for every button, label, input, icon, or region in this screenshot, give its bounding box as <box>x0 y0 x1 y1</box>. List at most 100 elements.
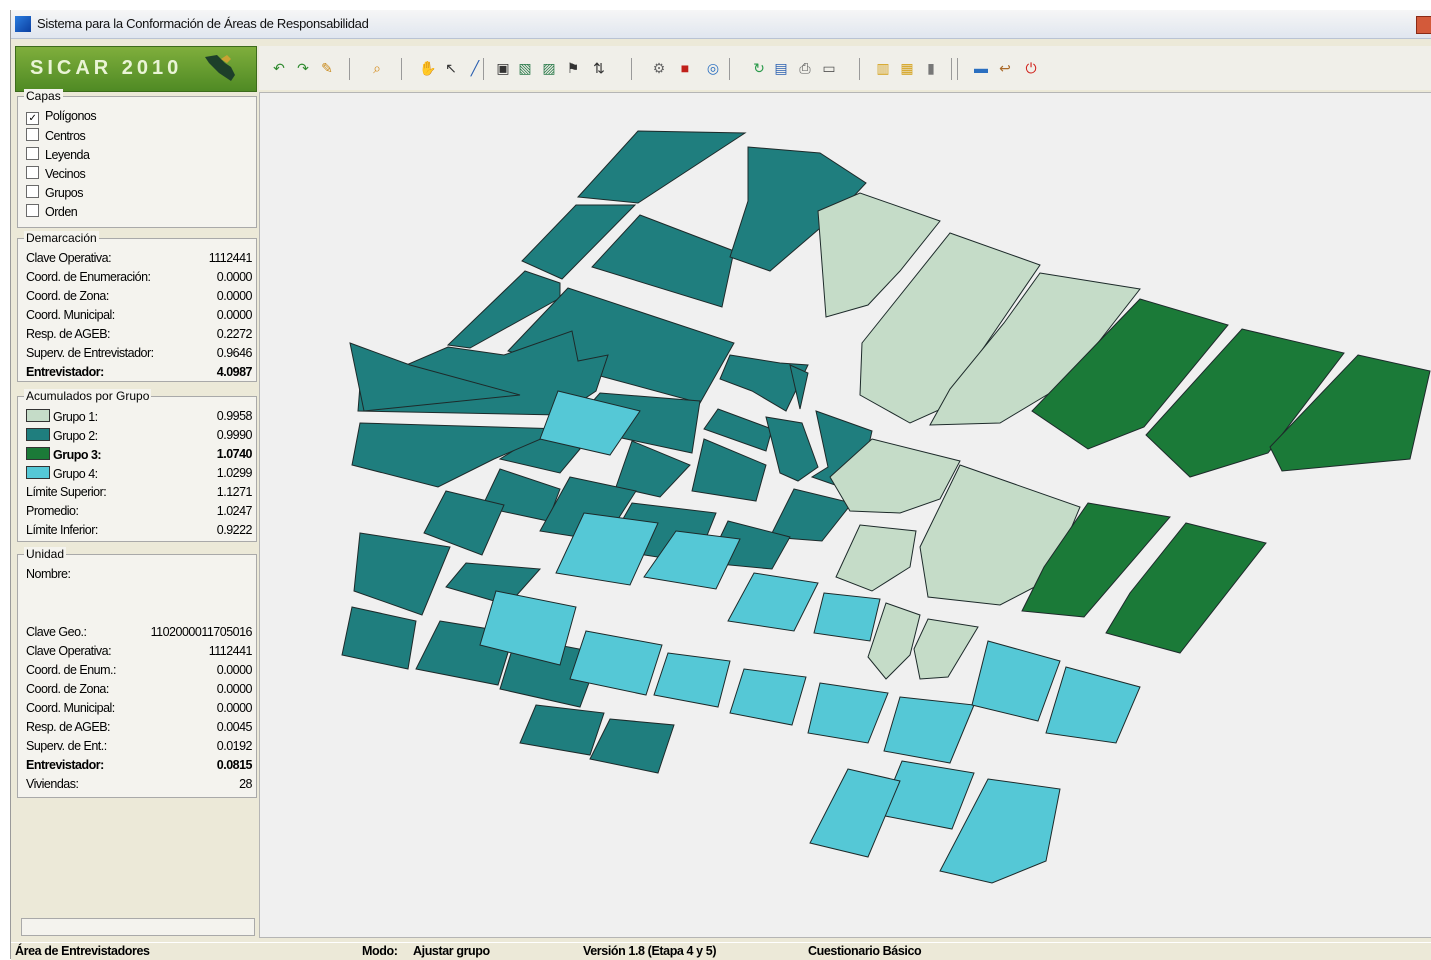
unidad-row-value: 0.0000 <box>216 682 253 696</box>
group-row-label: Grupo 1: <box>26 409 98 424</box>
unidad-row-text: Clave Geo.: <box>26 625 87 639</box>
parcel-polygon-g4[interactable] <box>807 682 889 744</box>
layer-item[interactable]: Centros <box>26 128 252 147</box>
flag-icon[interactable]: ⚑ <box>565 60 581 76</box>
parcel-polygon-g1[interactable] <box>835 524 917 592</box>
acumulados-row-value: 1.1271 <box>216 485 253 499</box>
status-mode-value: Ajustar grupo <box>413 944 490 958</box>
group-row: Grupo 4: 1.0299 <box>26 466 253 485</box>
line-icon[interactable]: ╱ <box>467 60 483 76</box>
checkbox[interactable] <box>26 204 39 217</box>
parcel-polygon-g2[interactable] <box>341 606 417 670</box>
unidad-row-text: Coord. de Enum.: <box>26 663 116 677</box>
refresh-icon[interactable]: ↻ <box>751 60 767 76</box>
unidad-row-value: 0.0045 <box>216 720 253 734</box>
demarcacion-row-text: Superv. de Entrevistador: <box>26 346 154 360</box>
status-bar: Área de Entrevistadores Modo: Ajustar gr… <box>11 942 1431 960</box>
title-bar[interactable]: Sistema para la Conformación de Áreas de… <box>11 10 1431 39</box>
status-area: Área de Entrevistadores <box>15 944 150 958</box>
group-row-value: 1.0740 <box>216 447 253 461</box>
parcel-polygon-g4[interactable] <box>809 768 901 858</box>
demarcacion-row-value: 0.0000 <box>216 289 253 303</box>
print-icon[interactable]: ⎙ <box>797 60 813 76</box>
parcel-polygon-g4[interactable] <box>727 572 819 632</box>
unidad-row-value: 0.0192 <box>216 739 253 753</box>
layer-item[interactable]: Vecinos <box>26 166 252 185</box>
parcel-polygon-g2[interactable] <box>691 438 767 502</box>
unidad-row-label: Clave Geo.: <box>26 625 87 639</box>
parcel-map[interactable] <box>260 93 1431 937</box>
folder-open-icon[interactable]: ▦ <box>899 60 915 76</box>
unidad-row-text: Coord. de Zona: <box>26 682 109 696</box>
group-row: Grupo 2: 0.9990 <box>26 428 253 447</box>
parcel-polygon-g2[interactable] <box>591 214 735 308</box>
counter-icon[interactable]: ■ <box>677 60 693 76</box>
demarcacion-row-label: Coord. Municipal: <box>26 308 115 322</box>
zoom-extent-icon[interactable]: ◎ <box>705 60 721 76</box>
left-panel: Capas ✓ Polígonos Centros Leyenda Vecinos Gru… <box>15 89 257 936</box>
sort-icon[interactable]: ⇅ <box>591 60 607 76</box>
demarcacion-row-value: 1112441 <box>208 251 253 265</box>
folder-icon[interactable]: ▥ <box>875 60 891 76</box>
search-icon[interactable]: ⌕ <box>369 60 385 76</box>
group-color-swatch <box>26 428 50 441</box>
parcel-polygon-g2[interactable] <box>765 416 819 482</box>
parcel-polygon-g4[interactable] <box>1045 666 1141 744</box>
parcel-polygon-g4[interactable] <box>971 640 1061 722</box>
group-row: Grupo 3: 1.0740 <box>26 447 253 466</box>
power-icon[interactable]: ⏻ <box>1023 60 1039 76</box>
settings-icon[interactable]: ⚙ <box>651 60 667 76</box>
pointer-select-icon[interactable]: ↖ <box>443 60 459 76</box>
undo-icon[interactable]: ↶ <box>271 60 287 76</box>
checkbox[interactable] <box>26 185 39 198</box>
monitor-icon[interactable]: ▬ <box>973 60 989 76</box>
unidad-row: Viviendas: 28 <box>26 777 252 796</box>
demarcacion-row-text: Clave Operativa: <box>26 251 112 265</box>
parcel-polygon-g2[interactable] <box>519 704 605 756</box>
checkbox[interactable] <box>26 147 39 160</box>
unidad-row: Resp. de AGEB: 0.0045 <box>26 720 253 739</box>
unidad-row-text: Viviendas: <box>26 777 79 791</box>
undo-arrow-icon[interactable]: ↩ <box>997 60 1013 76</box>
checkbox[interactable] <box>26 166 39 179</box>
demarcacion-row-value: 4.0987 <box>216 365 253 379</box>
parcel-polygon-g1[interactable] <box>913 618 979 680</box>
parcel-polygon-g4[interactable] <box>883 696 975 764</box>
polygon-edit-icon[interactable]: ▨ <box>541 60 557 76</box>
layer-item[interactable]: Orden <box>26 204 252 223</box>
document-icon[interactable]: ▭ <box>821 60 837 76</box>
parcel-polygon-g4[interactable] <box>729 668 807 726</box>
map-canvas[interactable] <box>259 92 1431 938</box>
close-icon[interactable] <box>1416 16 1431 34</box>
parcel-polygon-g2[interactable] <box>769 488 853 542</box>
checkbox[interactable]: ✓ <box>26 112 39 125</box>
parcel-polygon-g4[interactable] <box>653 652 731 708</box>
parcel-polygon-g4[interactable] <box>813 592 881 642</box>
hand-pan-icon[interactable]: ✋ <box>419 60 436 76</box>
layer-item[interactable]: Leyenda <box>26 147 252 166</box>
parcel-polygon-g2[interactable] <box>576 130 747 204</box>
redo-icon[interactable]: ↷ <box>295 60 311 76</box>
status-questionnaire: Cuestionario Básico <box>808 944 922 958</box>
layer-item[interactable]: ✓ Polígonos <box>26 109 252 128</box>
acumulados-row-value: 0.9222 <box>216 523 253 537</box>
layer-item-text: Grupos <box>45 186 84 200</box>
layer-item[interactable]: Grupos <box>26 185 252 204</box>
book-icon[interactable]: ▮ <box>923 60 939 76</box>
parcel-polygon-g2[interactable] <box>589 718 675 774</box>
checkbox[interactable] <box>26 128 39 141</box>
layer-item-label: ✓ Polígonos <box>26 109 97 125</box>
save-icon[interactable]: ▤ <box>773 60 789 76</box>
parcel-polygon-g2[interactable] <box>353 532 451 616</box>
unidad-row-value: 0.0000 <box>216 701 253 715</box>
unidad-row-label: Clave Operativa: <box>26 644 112 658</box>
unidad-row: Coord. de Enum.: 0.0000 <box>26 663 253 682</box>
unidad-row-label: Viviendas: <box>26 777 79 791</box>
acumulados-row: Límite Inferior: 0.9222 <box>26 523 253 542</box>
layer-item-text: Polígonos <box>45 109 97 123</box>
select-group-icon[interactable]: ▣ <box>495 60 511 76</box>
pencil-icon[interactable]: ✎ <box>319 60 335 76</box>
polygon-icon[interactable]: ▧ <box>517 60 533 76</box>
acumulados-row-text: Límite Inferior: <box>26 523 98 537</box>
layer-item-text: Orden <box>45 205 78 219</box>
